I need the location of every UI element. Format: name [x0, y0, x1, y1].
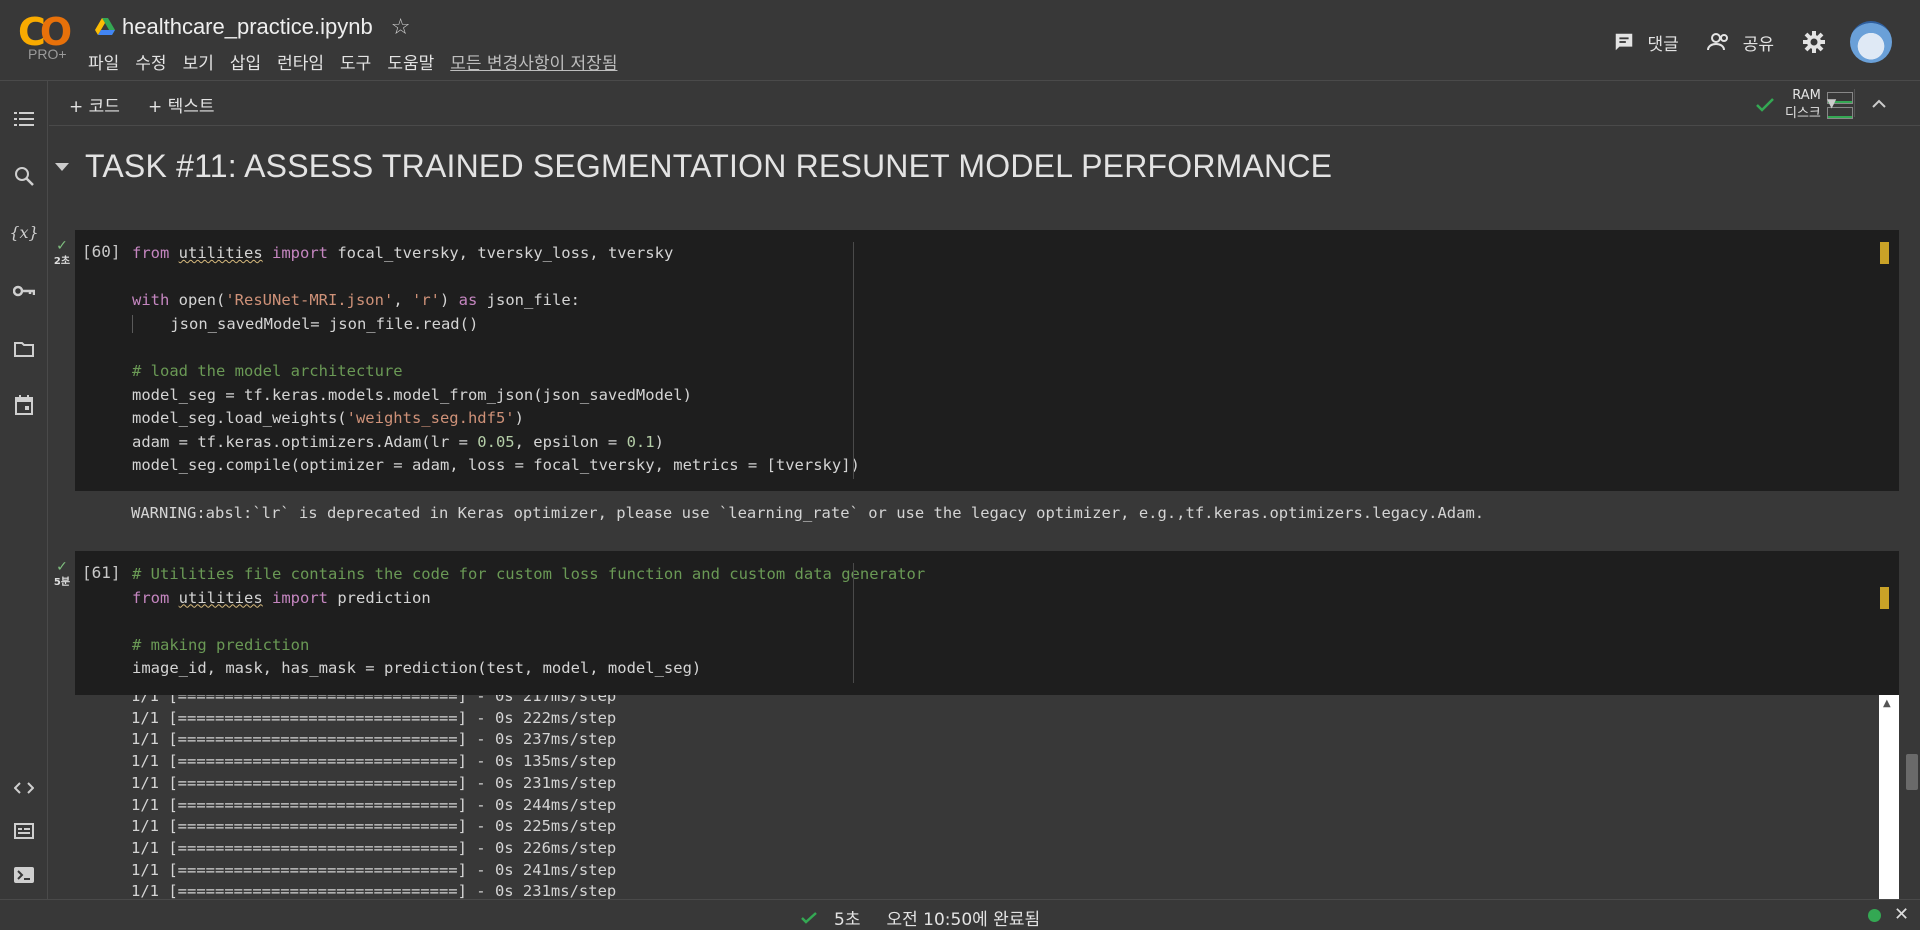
share-button[interactable]: 공유 [1706, 30, 1774, 55]
line-length-ruler [853, 242, 854, 479]
notebook-content: TASK #11: ASSESS TRAINED SEGMENTATION RE… [49, 127, 1920, 899]
output-line: 1/1 [==============================] - 0… [131, 795, 617, 814]
cell-output-warning: WARNING:absl:`lr` is deprecated in Keras… [131, 504, 1485, 522]
terminal-icon[interactable] [12, 863, 36, 887]
resource-monitor[interactable]: RAM 디스크 [1755, 87, 1853, 123]
menu-edit[interactable]: 수정 [135, 49, 166, 74]
plan-label: PRO+ [28, 46, 67, 62]
collapse-chevron-up-icon[interactable] [1871, 91, 1887, 115]
resource-dropdown-caret-icon[interactable]: ▼ [1827, 96, 1836, 110]
colab-logo[interactable]: CO PRO+ [18, 12, 72, 66]
output-line: 1/1 [==============================] - 0… [131, 730, 617, 749]
left-sidebar: {𝑥} [0, 81, 48, 899]
app-header: CO PRO+ healthcare_practice.ipynb ☆ 파일 수… [0, 0, 1920, 81]
disk-label: 디스크 [1785, 106, 1821, 121]
notebook-title[interactable]: healthcare_practice.ipynb [122, 14, 373, 40]
variables-icon[interactable]: {𝑥} [9, 220, 38, 244]
table-of-contents-icon[interactable] [12, 107, 36, 131]
output-line: 1/1 [==============================] - 0… [131, 838, 617, 857]
share-label: 공유 [1742, 34, 1774, 55]
key-icon[interactable] [12, 279, 36, 303]
output-line: 1/1 [==============================] - 0… [131, 860, 617, 879]
success-check-icon: ✓ [56, 238, 68, 254]
user-avatar[interactable] [1850, 21, 1892, 63]
output-log: 1/1 [==============================] - 0… [131, 695, 616, 899]
cell-change-marker [1880, 587, 1889, 609]
scroll-up-arrow-icon[interactable]: ▲ [1883, 698, 1891, 709]
section-title: TASK #11: ASSESS TRAINED SEGMENTATION RE… [85, 148, 1333, 184]
close-icon[interactable]: ✕ [1894, 904, 1909, 925]
menu-view[interactable]: 보기 [183, 49, 214, 74]
connected-check-icon [1756, 98, 1774, 112]
comment-icon [1616, 33, 1633, 51]
code-editor[interactable]: from utilities import focal_tversky, tve… [132, 242, 860, 478]
output-line: 1/1 [==============================] - 0… [131, 752, 617, 771]
runtime-status-dot[interactable] [1868, 909, 1881, 922]
code-editor[interactable]: # Utilities file contains the code for c… [132, 563, 925, 681]
status-bar: 5초 오전 10:50에 완료됨 ✕ [0, 899, 1920, 930]
success-check-icon: ✓ [56, 559, 68, 575]
folder-icon[interactable] [12, 337, 36, 361]
status-check-icon [801, 911, 817, 924]
collapse-triangle-icon[interactable] [55, 162, 69, 171]
output-line: 1/1 [==============================] - 0… [131, 708, 617, 727]
output-line: 1/1 [==============================] - 0… [131, 882, 617, 899]
output-line: 1/1 [==============================] - 0… [131, 817, 617, 836]
output-line: 1/1 [==============================] - 0… [131, 773, 617, 792]
toolbar-divider [1854, 89, 1855, 117]
execution-count: [60] [82, 242, 121, 261]
menu-bar: 파일 수정 보기 삽입 런타임 도구 도움말 모든 변경사항이 저장됨 [88, 49, 633, 74]
star-icon[interactable]: ☆ [391, 15, 411, 40]
menu-help[interactable]: 도움말 [387, 49, 434, 74]
elapsed-time: 5초 [834, 910, 861, 930]
menu-tools[interactable]: 도구 [340, 49, 371, 74]
menu-runtime[interactable]: 런타임 [277, 49, 324, 74]
search-icon[interactable] [12, 164, 36, 188]
run-status[interactable]: ✓ 2초 [53, 238, 71, 267]
run-status[interactable]: ✓ 5분 [53, 559, 71, 588]
settings-gear-icon[interactable] [1802, 30, 1826, 54]
menu-file[interactable]: 파일 [88, 49, 119, 74]
google-drive-icon[interactable] [95, 18, 115, 36]
add-code-button[interactable]: + 코드 [69, 92, 120, 117]
calendar-icon[interactable] [12, 393, 36, 417]
code-snippets-icon[interactable] [12, 776, 36, 800]
page-scrollbar-thumb[interactable] [1906, 754, 1918, 790]
command-palette-icon[interactable] [12, 819, 36, 843]
cell-output-area[interactable]: 1/1 [==============================] - 0… [75, 695, 1899, 899]
comment-button[interactable]: 댓글 [1613, 30, 1679, 55]
output-scrollbar[interactable]: ▲ [1879, 695, 1899, 899]
code-cell-60[interactable]: ✓ 2초 [60] from utilities import focal_tv… [54, 230, 1899, 491]
line-length-ruler [853, 563, 854, 683]
cell-duration: 2초 [53, 256, 71, 267]
comment-label: 댓글 [1647, 34, 1679, 55]
menu-insert[interactable]: 삽입 [230, 49, 261, 74]
cell-change-marker [1880, 242, 1889, 264]
section-heading[interactable]: TASK #11: ASSESS TRAINED SEGMENTATION RE… [55, 148, 1332, 185]
people-icon [1706, 33, 1728, 51]
ram-label: RAM [1792, 88, 1821, 103]
output-line: 1/1 [==============================] - 0… [131, 695, 617, 705]
notebook-toolbar: + 코드 + 텍스트 RAM 디스크 ▼ [49, 81, 1920, 126]
saved-status-link[interactable]: 모든 변경사항이 저장됨 [450, 49, 617, 74]
code-cell-61[interactable]: ✓ 5분 [61] # Utilities file contains the … [54, 551, 1899, 695]
completion-time: 오전 10:50에 완료됨 [886, 910, 1041, 930]
add-text-button[interactable]: + 텍스트 [148, 92, 215, 117]
execution-count: [61] [82, 563, 121, 582]
cell-duration: 5분 [53, 577, 71, 588]
